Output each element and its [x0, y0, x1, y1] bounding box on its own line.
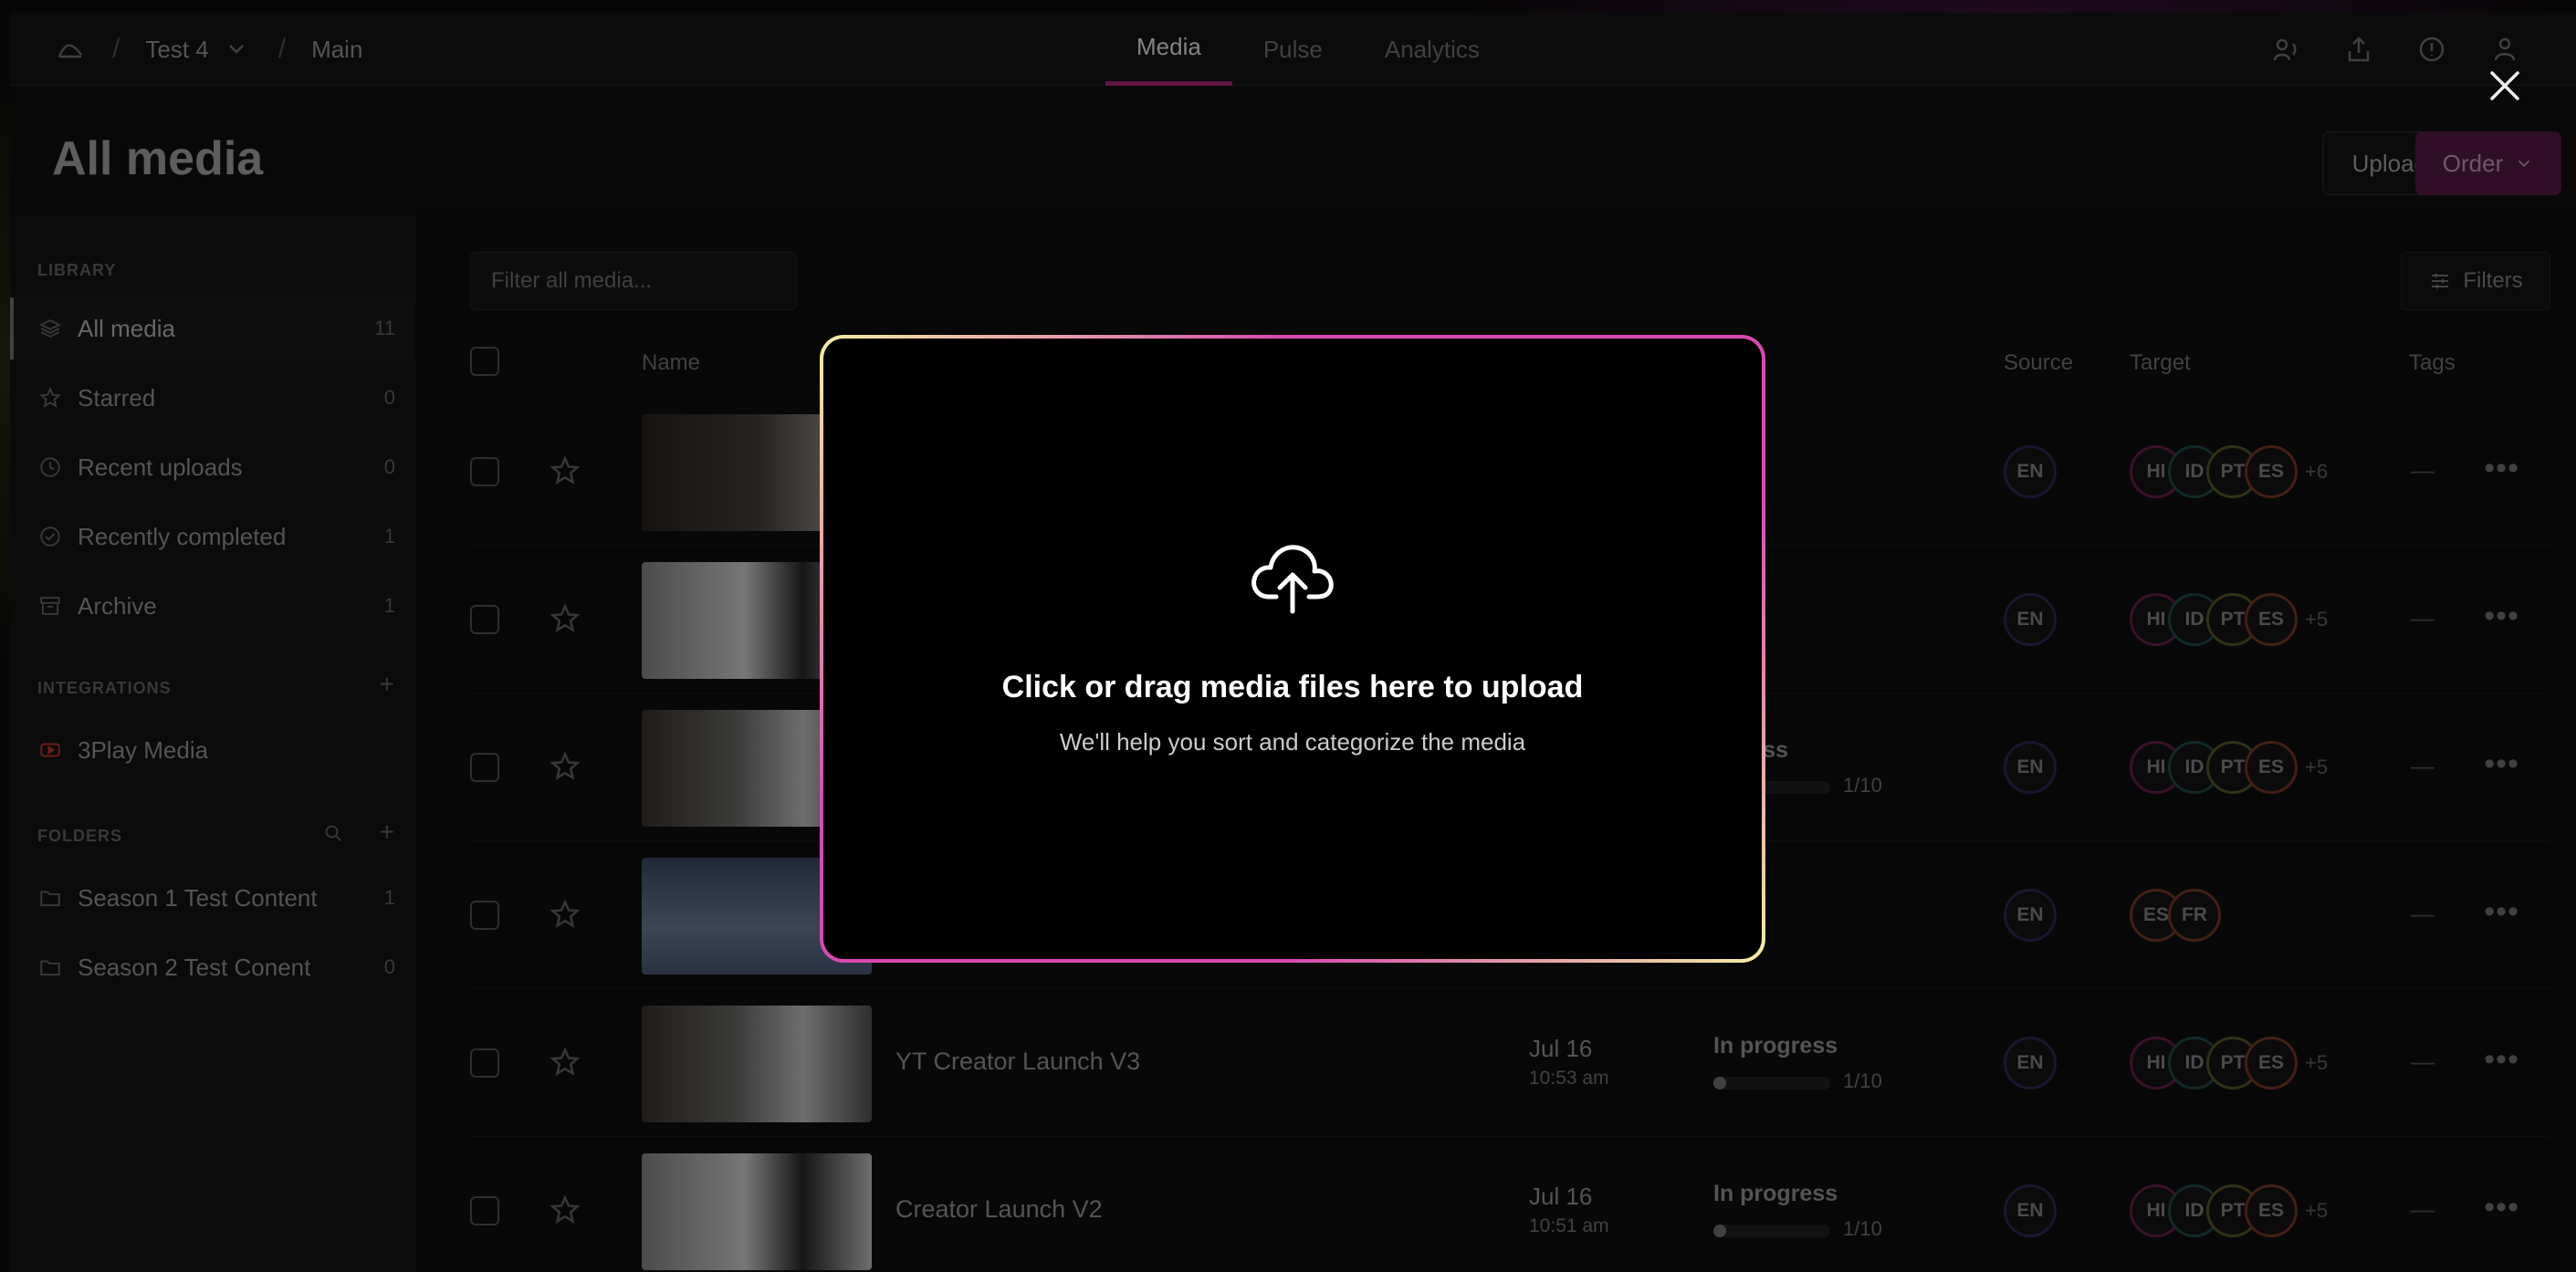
- close-icon[interactable]: [2485, 66, 2525, 106]
- upload-dropzone-subtitle: We'll help you sort and categorize the m…: [1059, 728, 1526, 756]
- upload-dropzone-title: Click or drag media files here to upload: [1001, 670, 1584, 704]
- cloud-upload-icon: [1249, 538, 1336, 615]
- modal-backdrop[interactable]: [0, 0, 2576, 1272]
